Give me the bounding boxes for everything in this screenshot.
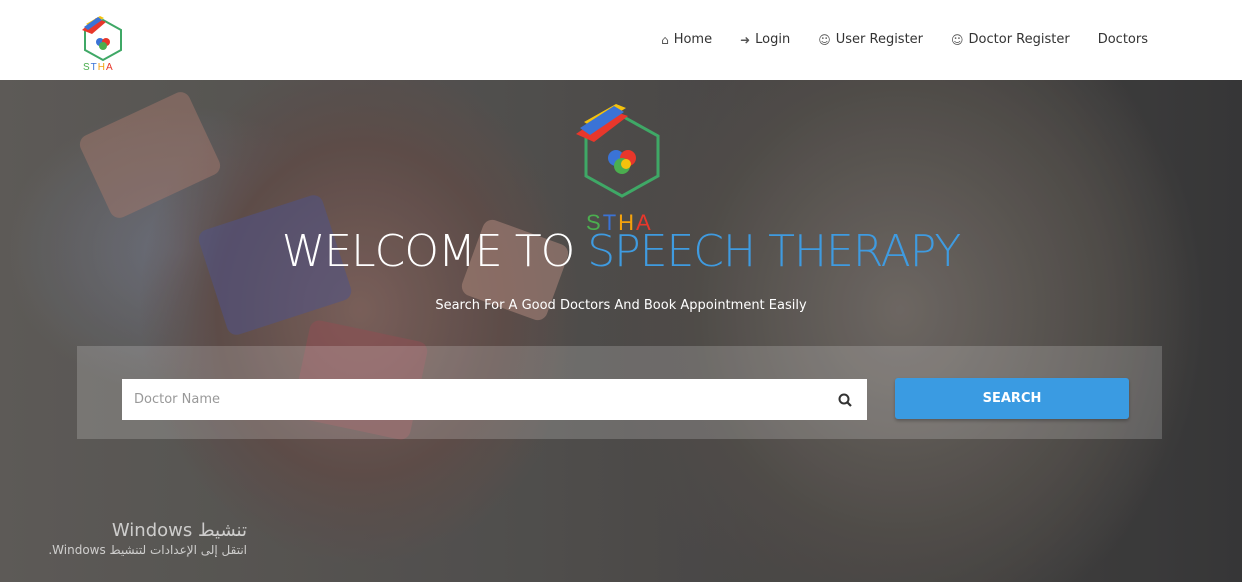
- login-icon: ➜: [740, 32, 751, 47]
- nav-login-label: Login: [755, 32, 791, 47]
- home-icon: ⌂: [661, 32, 669, 47]
- hero-content: STHA WELCOME TO SPEECH THERAPY Search Fo…: [0, 80, 1242, 582]
- user-icon: ☺: [951, 32, 964, 47]
- nav-doctors-label: Doctors: [1097, 32, 1148, 47]
- doctor-name-input[interactable]: [122, 379, 823, 420]
- watermark-line1: تنشيط Windows: [111, 520, 247, 541]
- search-panel: SEARCH: [77, 346, 1162, 439]
- nav-user-register[interactable]: ☺ User Register: [818, 32, 923, 47]
- nav-doctors[interactable]: Doctors: [1098, 32, 1148, 47]
- logo-text: STHA: [83, 62, 114, 73]
- nav-home-label: Home: [673, 32, 713, 47]
- user-icon: ☺: [818, 32, 831, 47]
- top-header: STHA ⌂ Home ➜ Login ☺ User Register ☺ Do…: [0, 0, 1242, 80]
- nav-user-register-label: User Register: [835, 32, 924, 47]
- hero-tagline: Search For A Good Doctors And Book Appoi…: [435, 298, 807, 313]
- brand-logo[interactable]: STHA: [76, 14, 130, 76]
- hero-logo: STHA: [570, 102, 670, 235]
- hero-section: STHA WELCOME TO SPEECH THERAPY Search Fo…: [0, 80, 1242, 582]
- nav-doctor-register-label: Doctor Register: [968, 32, 1070, 47]
- search-icon[interactable]: [823, 393, 867, 407]
- hero-title-accent: SPEECH THERAPY: [587, 226, 961, 277]
- logo-hexagon-icon: [82, 16, 122, 62]
- hero-title: WELCOME TO SPEECH THERAPY: [0, 226, 1242, 277]
- nav-home[interactable]: ⌂ Home: [661, 32, 712, 47]
- search-button[interactable]: SEARCH: [895, 378, 1129, 419]
- nav-doctor-register[interactable]: ☺ Doctor Register: [951, 32, 1070, 47]
- hero-title-prefix: WELCOME TO: [281, 226, 575, 277]
- logo-hexagon-icon: [576, 104, 660, 198]
- main-nav: ⌂ Home ➜ Login ☺ User Register ☺ Doctor …: [661, 32, 1148, 47]
- watermark-line2: انتقل إلى الإعدادات لتنشيط Windows.: [48, 543, 247, 557]
- nav-login[interactable]: ➜ Login: [740, 32, 790, 47]
- search-box: [122, 379, 867, 420]
- windows-activation-watermark: تنشيط Windows انتقل إلى الإعدادات لتنشيط…: [48, 520, 247, 557]
